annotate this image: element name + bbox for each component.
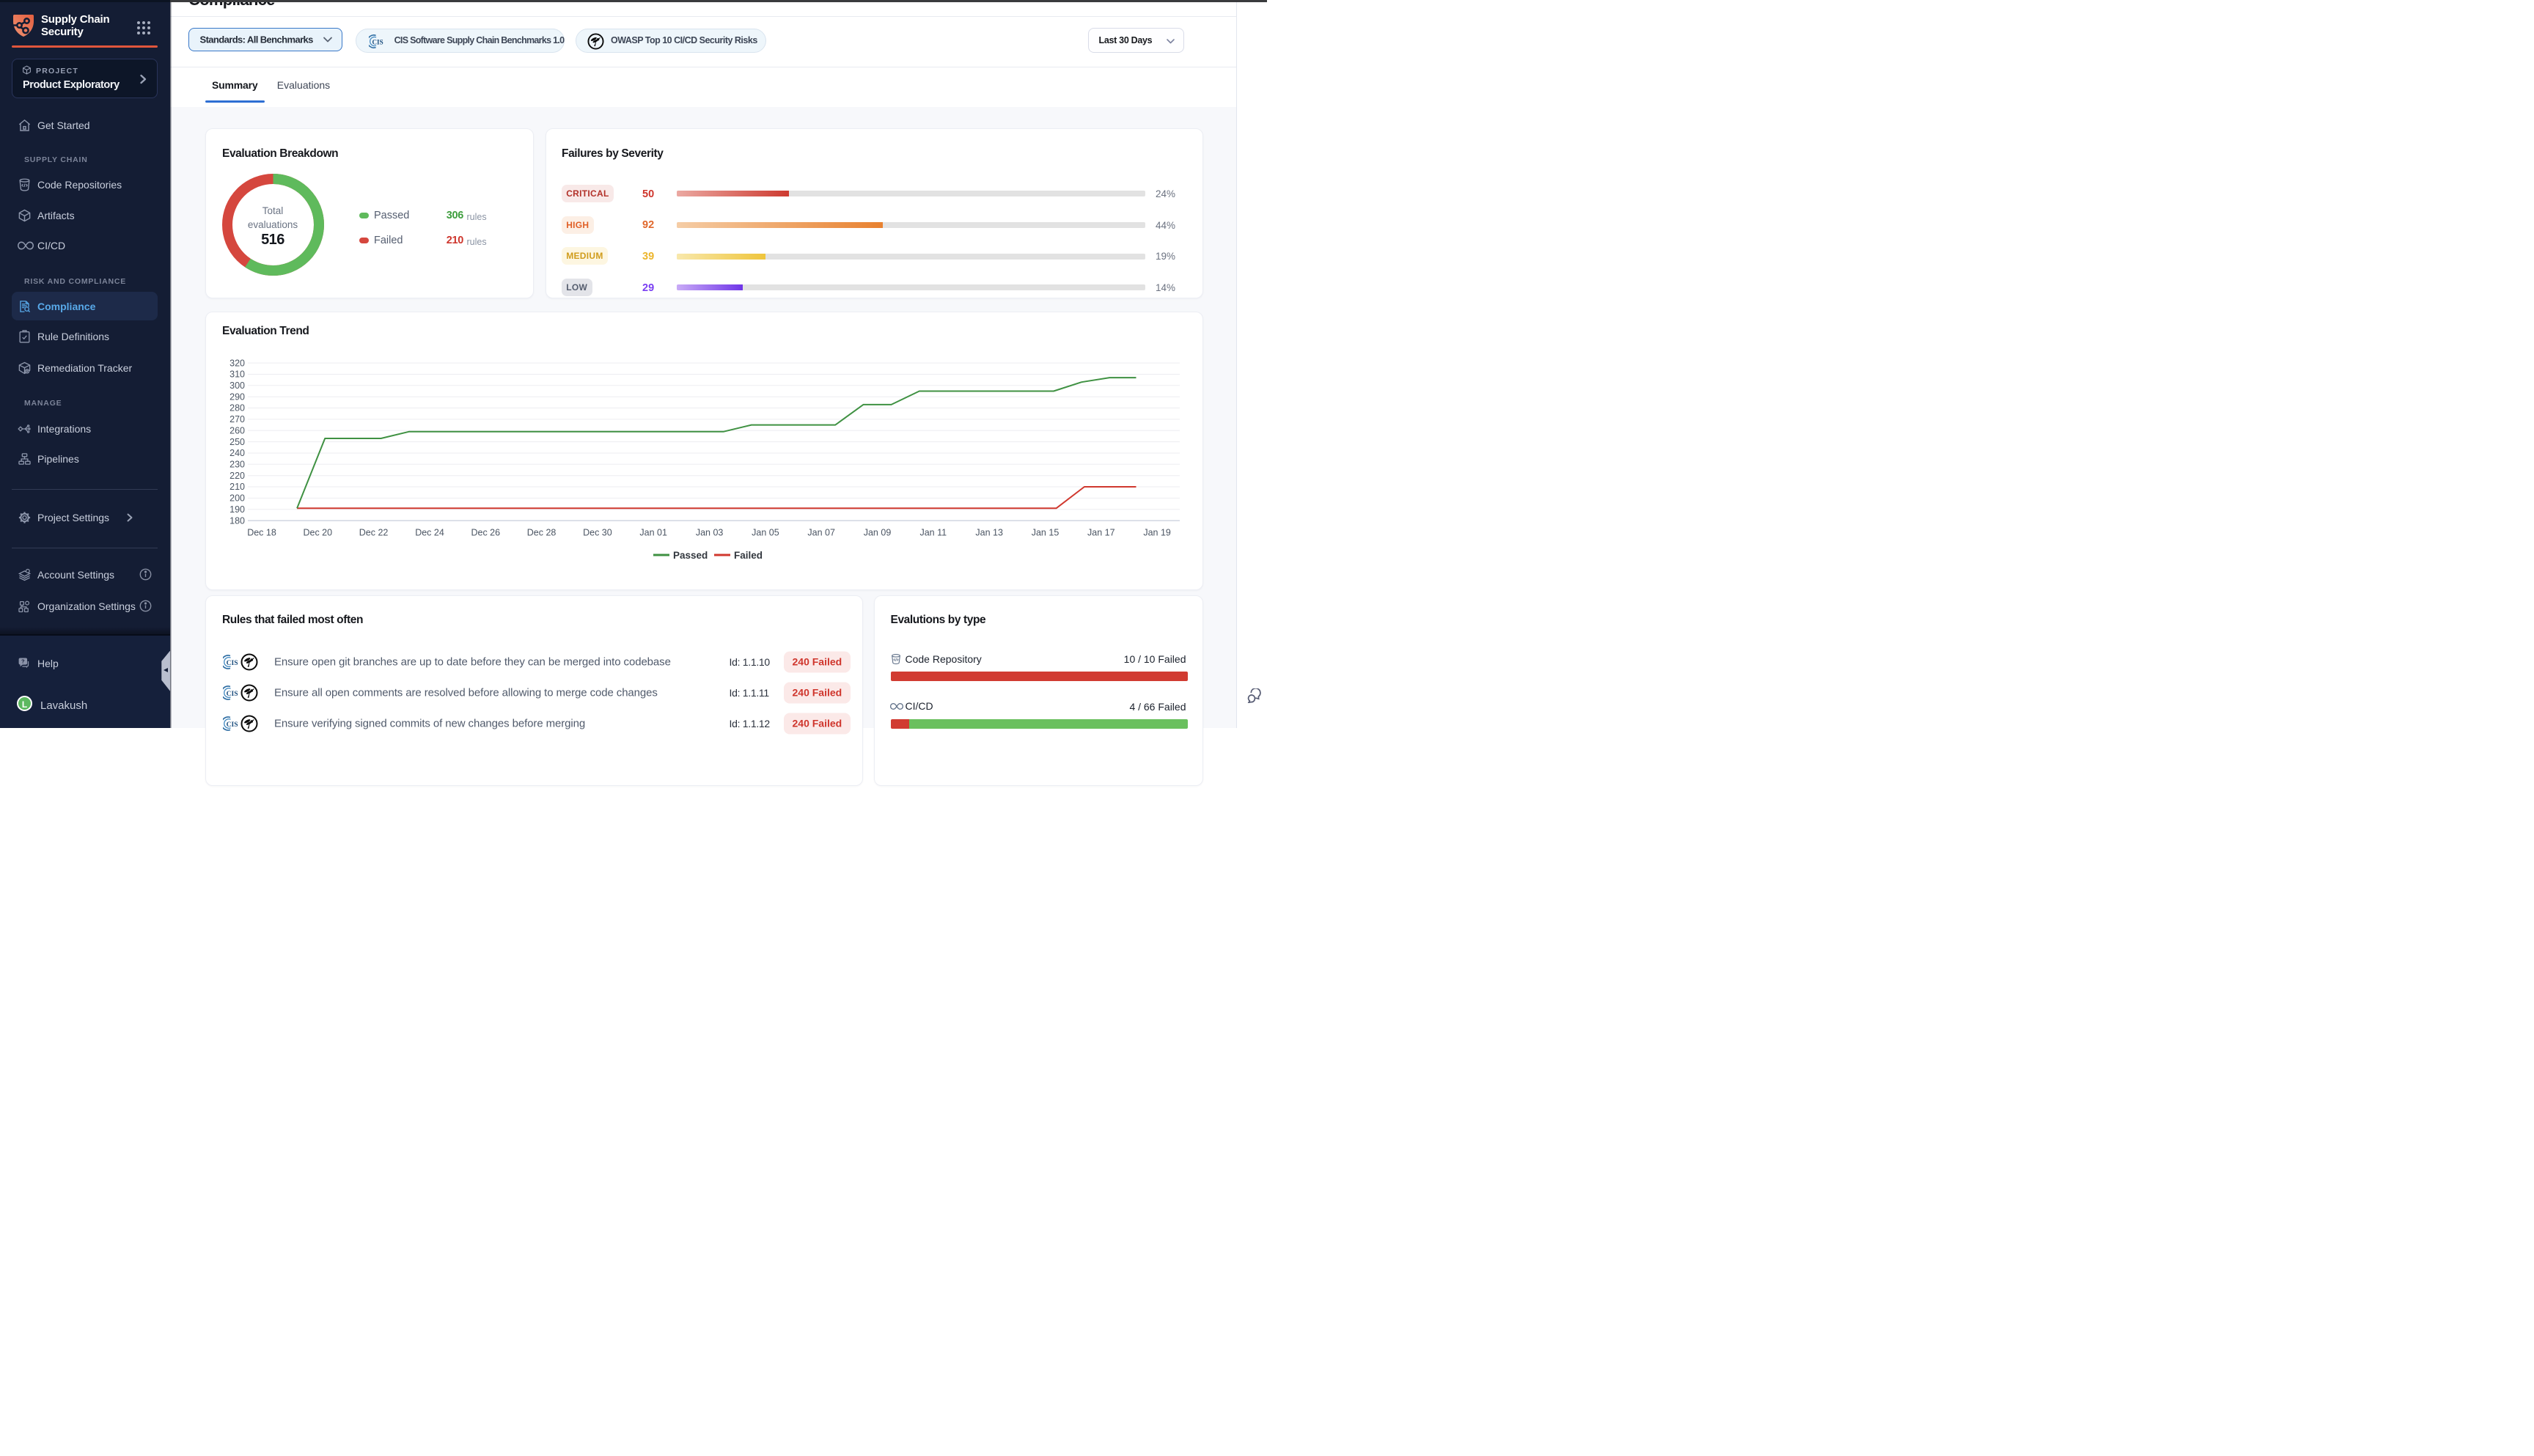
svg-text:Jan 13: Jan 13 <box>975 527 1003 537</box>
svg-text:240: 240 <box>229 448 245 458</box>
svg-text:220: 220 <box>229 470 245 480</box>
svg-text:Jan 17: Jan 17 <box>1087 527 1115 537</box>
svg-text:Dec 28: Dec 28 <box>527 527 557 537</box>
svg-text:Jan 05: Jan 05 <box>752 527 779 537</box>
svg-text:Failed: Failed <box>734 550 763 561</box>
svg-text:200: 200 <box>229 493 245 503</box>
svg-text:Jan 15: Jan 15 <box>1032 527 1059 537</box>
svg-text:Jan 11: Jan 11 <box>919 527 947 537</box>
svg-text:210: 210 <box>229 482 245 492</box>
svg-text:300: 300 <box>229 380 245 391</box>
svg-text:Jan 07: Jan 07 <box>807 527 835 537</box>
svg-text:Dec 22: Dec 22 <box>359 527 389 537</box>
svg-text:310: 310 <box>229 369 245 379</box>
svg-text:320: 320 <box>229 358 245 368</box>
svg-text:Jan 03: Jan 03 <box>696 527 724 537</box>
svg-text:190: 190 <box>229 504 245 514</box>
svg-text:Dec 26: Dec 26 <box>471 527 500 537</box>
svg-text:290: 290 <box>229 391 245 402</box>
svg-text:Passed: Passed <box>673 550 708 561</box>
svg-text:Dec 30: Dec 30 <box>583 527 612 537</box>
svg-text:230: 230 <box>229 459 245 469</box>
svg-text:280: 280 <box>229 402 245 413</box>
svg-text:270: 270 <box>229 414 245 424</box>
svg-text:260: 260 <box>229 425 245 435</box>
svg-text:Dec 20: Dec 20 <box>303 527 332 537</box>
svg-text:Jan 09: Jan 09 <box>864 527 892 537</box>
svg-text:Jan 01: Jan 01 <box>639 527 667 537</box>
svg-text:180: 180 <box>229 515 245 526</box>
svg-text:250: 250 <box>229 436 245 446</box>
svg-text:Jan 19: Jan 19 <box>1143 527 1171 537</box>
svg-text:Dec 18: Dec 18 <box>247 527 276 537</box>
svg-text:?: ? <box>21 658 25 664</box>
svg-text:Dec 24: Dec 24 <box>415 527 444 537</box>
